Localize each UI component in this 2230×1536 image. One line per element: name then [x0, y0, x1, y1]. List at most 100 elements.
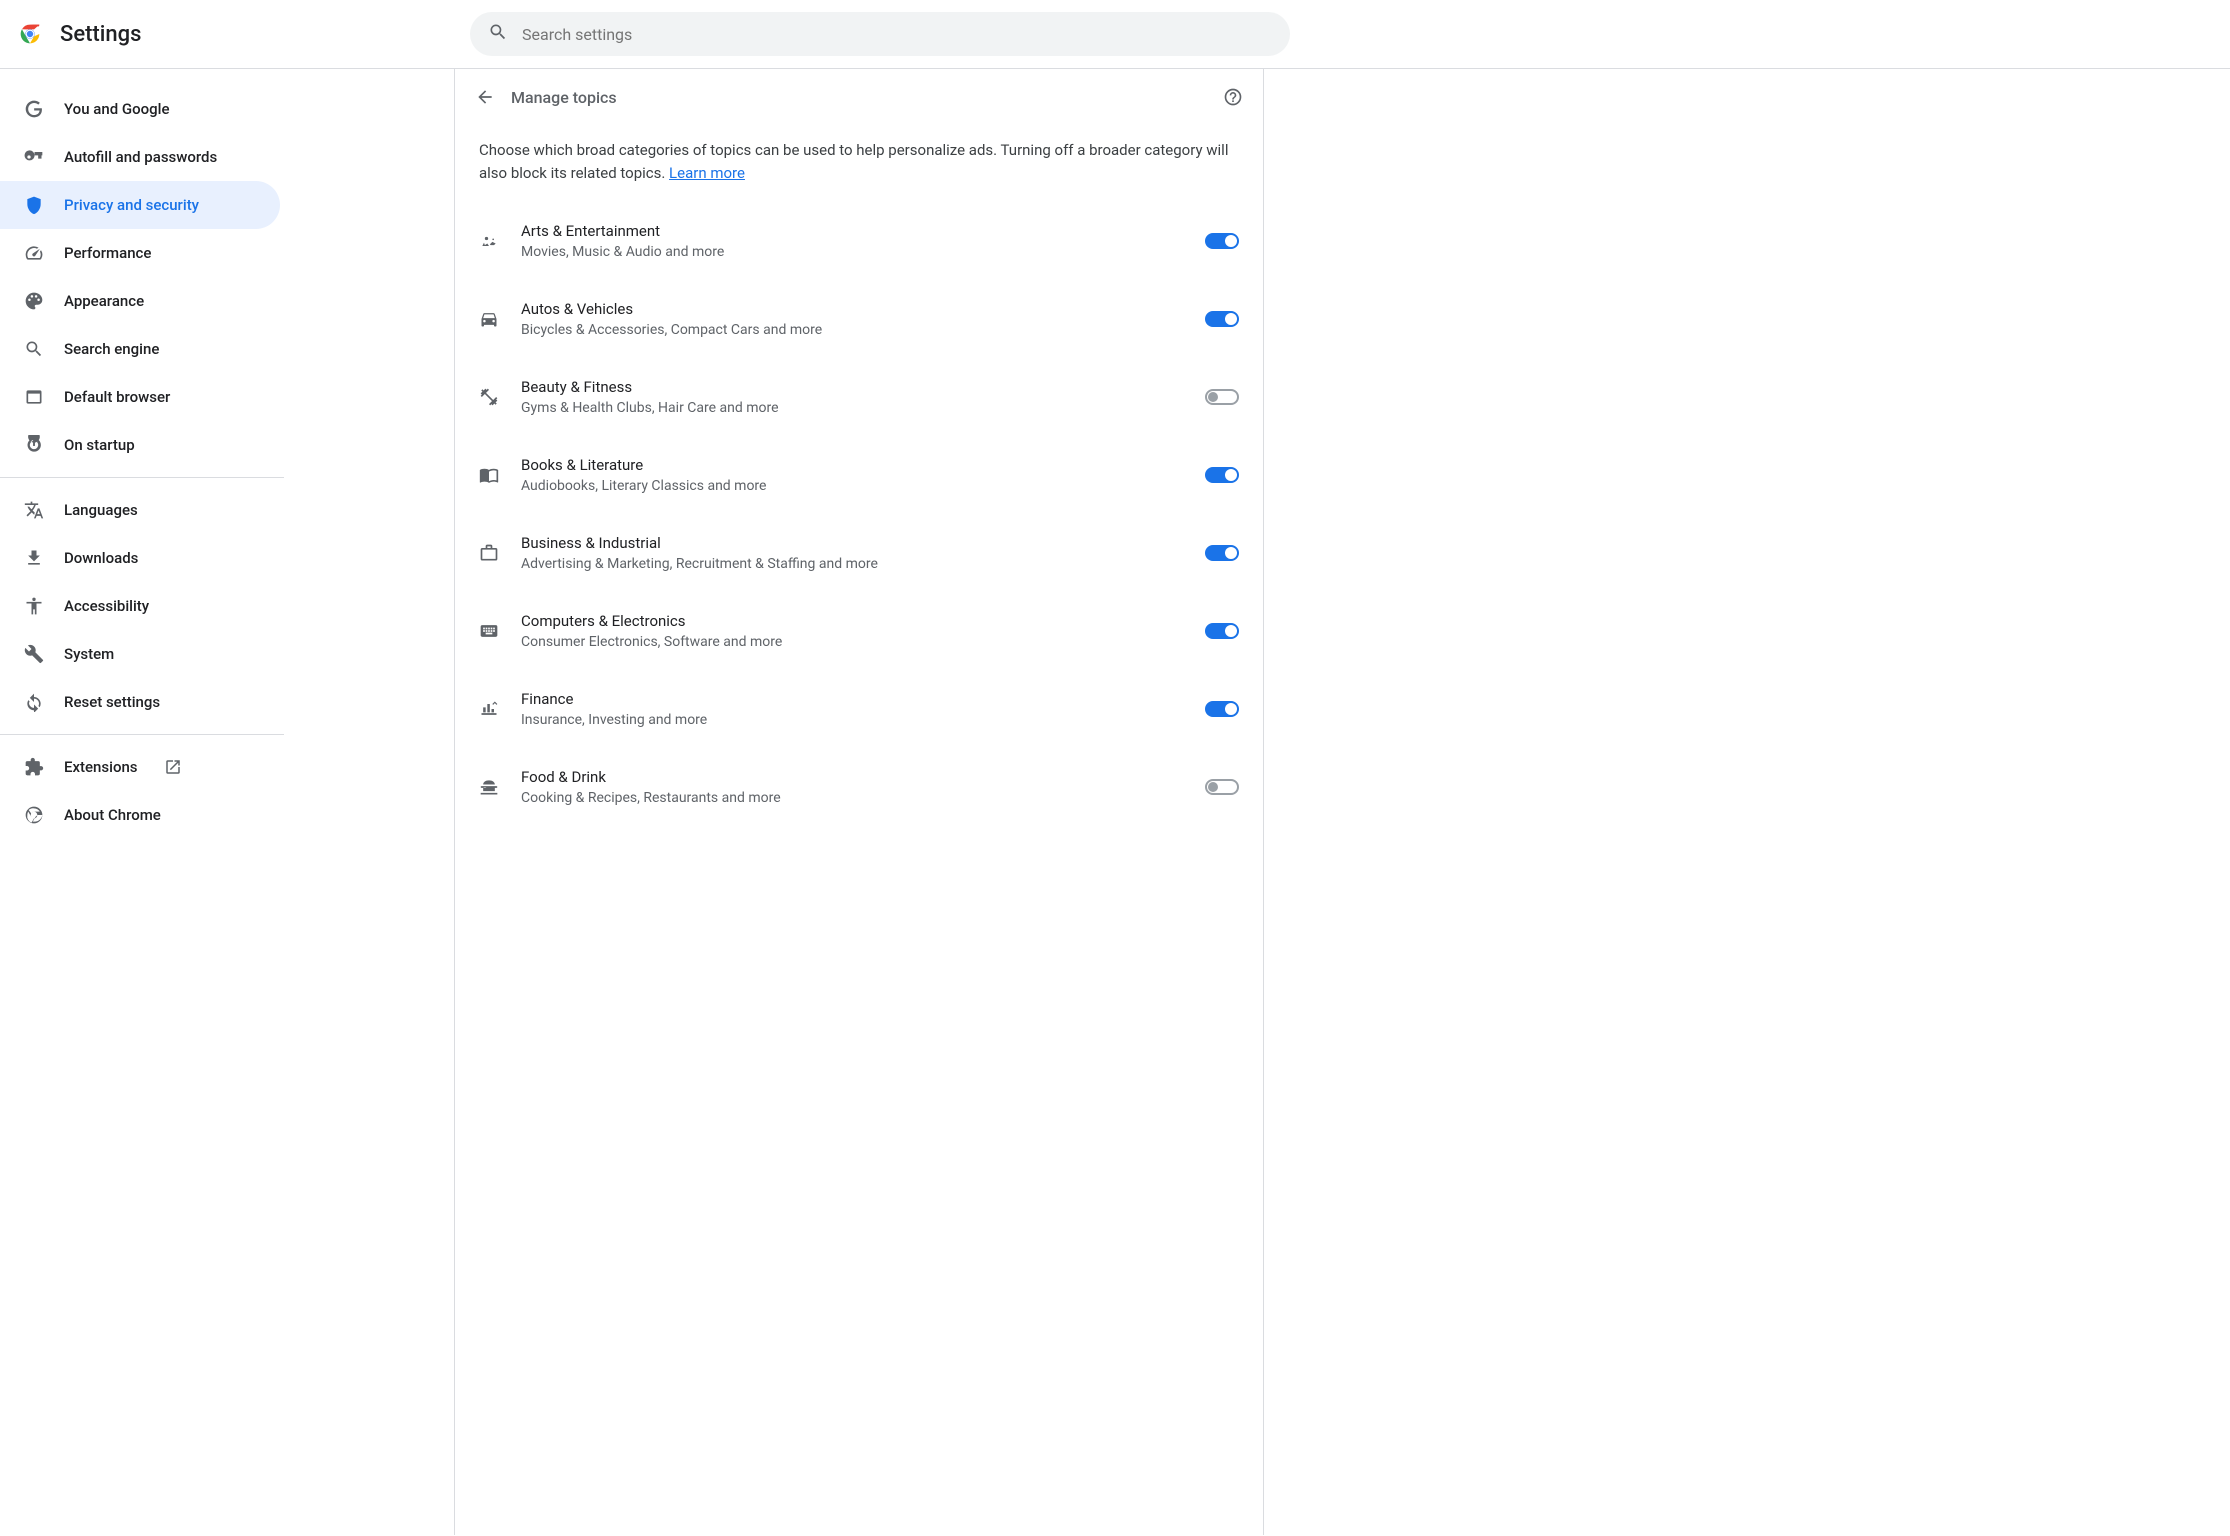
- topic-text: Beauty & Fitness Gyms & Health Clubs, Ha…: [521, 378, 1183, 416]
- toggle-books[interactable]: [1205, 467, 1239, 483]
- topic-title: Arts & Entertainment: [521, 222, 1183, 240]
- topic-row-computers: Computers & Electronics Consumer Electro…: [479, 592, 1239, 670]
- content-header: Manage topics: [455, 69, 1263, 117]
- car-icon: [479, 309, 499, 329]
- topic-subtitle: Bicycles & Accessories, Compact Cars and…: [521, 322, 1183, 338]
- palette-icon: [24, 291, 44, 311]
- sidebar-item-label: Accessibility: [64, 597, 149, 615]
- key-icon: [24, 147, 44, 167]
- topic-subtitle: Insurance, Investing and more: [521, 712, 1183, 728]
- arrow-back-icon: [475, 87, 495, 107]
- toggle-computers[interactable]: [1205, 623, 1239, 639]
- fitness-icon: [479, 387, 499, 407]
- browser-window-icon: [24, 387, 44, 407]
- sidebar-item-label: Default browser: [64, 388, 170, 406]
- shield-icon: [24, 195, 44, 215]
- toggle-business[interactable]: [1205, 545, 1239, 561]
- sidebar-item-default-browser[interactable]: Default browser: [0, 373, 280, 421]
- sidebar-item-performance[interactable]: Performance: [0, 229, 280, 277]
- sidebar-item-label: Extensions: [64, 758, 138, 776]
- sidebar-item-label: Autofill and passwords: [64, 148, 217, 166]
- topic-title: Books & Literature: [521, 456, 1183, 474]
- sidebar: You and Google Autofill and passwords Pr…: [0, 69, 284, 1535]
- sidebar-item-label: You and Google: [64, 100, 169, 118]
- sidebar-item-reset-settings[interactable]: Reset settings: [0, 678, 280, 726]
- topic-subtitle: Advertising & Marketing, Recruitment & S…: [521, 556, 1183, 572]
- topic-row-books: Books & Literature Audiobooks, Literary …: [479, 436, 1239, 514]
- description-prefix: Choose which broad categories of topics …: [479, 141, 1228, 182]
- help-button[interactable]: [1223, 87, 1243, 107]
- sidebar-item-search-engine[interactable]: Search engine: [0, 325, 280, 373]
- app-header: Settings: [0, 0, 2230, 69]
- help-icon: [1223, 87, 1243, 107]
- topic-subtitle: Movies, Music & Audio and more: [521, 244, 1183, 260]
- topic-title: Food & Drink: [521, 768, 1183, 786]
- description-text: Choose which broad categories of topics …: [455, 117, 1263, 194]
- finance-chart-icon: [479, 699, 499, 719]
- topic-row-finance: Finance Insurance, Investing and more: [479, 670, 1239, 748]
- sidebar-item-about-chrome[interactable]: About Chrome: [0, 791, 280, 839]
- learn-more-link[interactable]: Learn more: [669, 164, 745, 182]
- topic-text: Food & Drink Cooking & Recipes, Restaura…: [521, 768, 1183, 806]
- book-icon: [479, 465, 499, 485]
- sidebar-item-on-startup[interactable]: On startup: [0, 421, 280, 469]
- sidebar-item-autofill[interactable]: Autofill and passwords: [0, 133, 280, 181]
- back-button[interactable]: [475, 87, 495, 107]
- layout: You and Google Autofill and passwords Pr…: [0, 69, 2230, 1535]
- sidebar-item-label: Reset settings: [64, 693, 160, 711]
- sidebar-item-label: System: [64, 645, 114, 663]
- toggle-autos[interactable]: [1205, 311, 1239, 327]
- topic-text: Computers & Electronics Consumer Electro…: [521, 612, 1183, 650]
- sidebar-item-extensions[interactable]: Extensions: [0, 743, 280, 791]
- toggle-beauty[interactable]: [1205, 389, 1239, 405]
- page-title: Manage topics: [511, 88, 1207, 107]
- topic-title: Autos & Vehicles: [521, 300, 1183, 318]
- content-panel: Manage topics Choose which broad categor…: [454, 69, 1264, 1535]
- chrome-outline-icon: [24, 805, 44, 825]
- chrome-logo-icon: [16, 20, 44, 48]
- topic-subtitle: Cooking & Recipes, Restaurants and more: [521, 790, 1183, 806]
- accessibility-icon: [24, 596, 44, 616]
- sidebar-item-label: Languages: [64, 501, 138, 519]
- topic-subtitle: Audiobooks, Literary Classics and more: [521, 478, 1183, 494]
- search-bar[interactable]: [470, 12, 1290, 56]
- sidebar-item-label: About Chrome: [64, 806, 161, 824]
- sidebar-item-label: Privacy and security: [64, 196, 199, 214]
- search-icon: [488, 22, 508, 46]
- reset-icon: [24, 692, 44, 712]
- sidebar-item-label: Performance: [64, 244, 151, 262]
- sidebar-item-privacy-security[interactable]: Privacy and security: [0, 181, 280, 229]
- topic-title: Computers & Electronics: [521, 612, 1183, 630]
- app-title: Settings: [60, 22, 141, 47]
- topic-row-beauty: Beauty & Fitness Gyms & Health Clubs, Ha…: [479, 358, 1239, 436]
- power-icon: [24, 435, 44, 455]
- food-icon: [479, 777, 499, 797]
- topic-row-food: Food & Drink Cooking & Recipes, Restaura…: [479, 748, 1239, 826]
- toggle-finance[interactable]: [1205, 701, 1239, 717]
- search-icon: [24, 339, 44, 359]
- sidebar-item-accessibility[interactable]: Accessibility: [0, 582, 280, 630]
- sidebar-item-system[interactable]: System: [0, 630, 280, 678]
- header-left: Settings: [16, 20, 446, 48]
- wrench-icon: [24, 644, 44, 664]
- search-input[interactable]: [522, 25, 1272, 44]
- google-g-icon: [24, 99, 44, 119]
- sidebar-item-downloads[interactable]: Downloads: [0, 534, 280, 582]
- sidebar-item-appearance[interactable]: Appearance: [0, 277, 280, 325]
- sidebar-item-label: On startup: [64, 436, 135, 454]
- toggle-food[interactable]: [1205, 779, 1239, 795]
- toggle-arts[interactable]: [1205, 233, 1239, 249]
- topic-text: Autos & Vehicles Bicycles & Accessories,…: [521, 300, 1183, 338]
- briefcase-icon: [479, 543, 499, 563]
- main: Manage topics Choose which broad categor…: [284, 69, 2230, 1535]
- sidebar-item-you-and-google[interactable]: You and Google: [0, 85, 280, 133]
- topic-subtitle: Consumer Electronics, Software and more: [521, 634, 1183, 650]
- translate-icon: [24, 500, 44, 520]
- download-icon: [24, 548, 44, 568]
- topic-text: Business & Industrial Advertising & Mark…: [521, 534, 1183, 572]
- topic-title: Business & Industrial: [521, 534, 1183, 552]
- topic-text: Finance Insurance, Investing and more: [521, 690, 1183, 728]
- topic-text: Books & Literature Audiobooks, Literary …: [521, 456, 1183, 494]
- sidebar-item-languages[interactable]: Languages: [0, 486, 280, 534]
- sidebar-divider: [0, 734, 284, 735]
